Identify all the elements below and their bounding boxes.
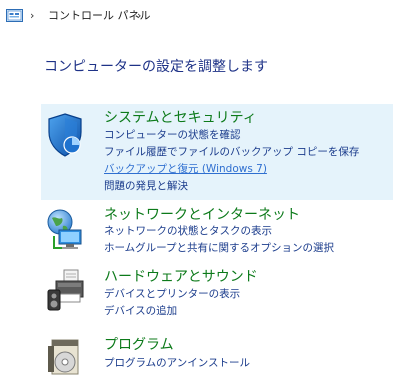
link-uninstall-program[interactable]: プログラムのアンインストール bbox=[104, 357, 250, 370]
category-system-security[interactable]: システムとセキュリティ コンピューターの状態を確認 ファイル履歴でファイルのバッ… bbox=[41, 104, 393, 200]
link-network-status-tasks[interactable]: ネットワークの状態とタスクの表示 bbox=[104, 225, 272, 238]
breadcrumb-chevron-icon[interactable]: › bbox=[137, 9, 141, 22]
link-homegroup-sharing-options[interactable]: ホームグループと共有に関するオプションの選択 bbox=[104, 242, 334, 255]
link-add-device[interactable]: デバイスの追加 bbox=[104, 305, 177, 318]
breadcrumb-chevron-icon[interactable]: › bbox=[30, 9, 34, 22]
address-bar[interactable]: › コントロール パネル › bbox=[0, 0, 393, 30]
programs-disc-icon bbox=[48, 339, 79, 375]
category-hardware-sound[interactable]: ハードウェアとサウンド デバイスとプリンターの表示 デバイスの追加 bbox=[41, 264, 393, 324]
control-panel-icon bbox=[6, 9, 23, 22]
link-check-computer-status[interactable]: コンピューターの状態を確認 bbox=[104, 129, 241, 142]
category-programs[interactable]: プログラム プログラムのアンインストール bbox=[41, 332, 393, 380]
link-devices-printers[interactable]: デバイスとプリンターの表示 bbox=[104, 288, 240, 301]
printer-speaker-icon bbox=[47, 269, 84, 311]
category-title-network-internet[interactable]: ネットワークとインターネット bbox=[104, 206, 300, 224]
category-title-programs[interactable]: プログラム bbox=[104, 336, 174, 354]
shield-icon bbox=[48, 113, 82, 157]
link-find-fix-problems[interactable]: 問題の発見と解決 bbox=[104, 180, 188, 193]
category-title-system-security[interactable]: システムとセキュリティ bbox=[104, 109, 257, 127]
breadcrumb-control-panel[interactable]: コントロール パネル bbox=[48, 9, 151, 22]
link-backup-restore[interactable]: バックアップと復元 (Windows 7) bbox=[104, 163, 267, 176]
category-network-internet[interactable]: ネットワークとインターネット ネットワークの状態とタスクの表示 ホームグループと… bbox=[41, 202, 393, 262]
page-title: コンピューターの設定を調整します bbox=[44, 59, 268, 75]
category-title-hardware-sound[interactable]: ハードウェアとサウンド bbox=[104, 268, 258, 286]
network-globe-icon bbox=[47, 209, 82, 249]
link-file-history-backup[interactable]: ファイル履歴でファイルのバックアップ コピーを保存 bbox=[104, 146, 359, 159]
